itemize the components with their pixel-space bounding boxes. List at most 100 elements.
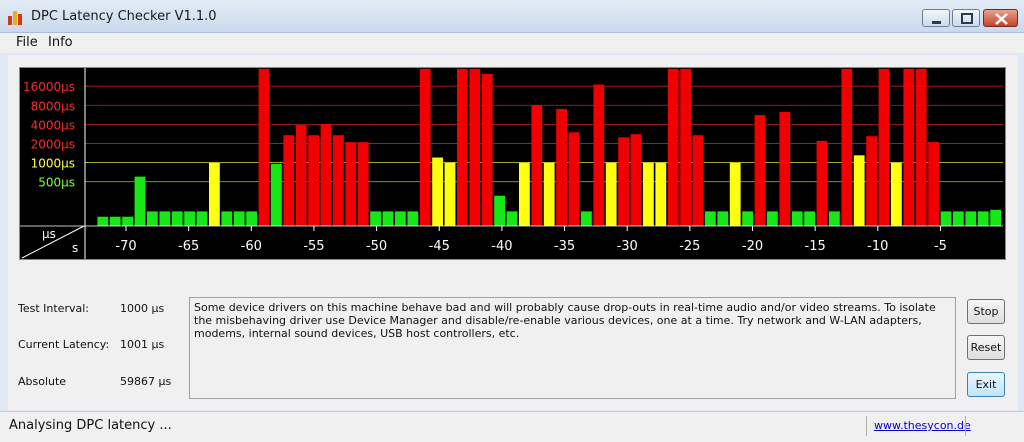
latency-bar xyxy=(233,211,245,227)
latency-bar xyxy=(481,73,493,227)
x-tick-label: -25 xyxy=(679,239,700,254)
latency-bar xyxy=(258,68,270,227)
latency-bar xyxy=(457,68,468,227)
latency-bar xyxy=(878,68,890,227)
latency-bar xyxy=(717,211,729,227)
latency-bar xyxy=(419,68,431,227)
y-axis-unit-label: µs xyxy=(42,227,56,241)
x-tick-label: -15 xyxy=(805,239,826,254)
latency-bar xyxy=(295,125,307,227)
menu-bar: File Info xyxy=(0,33,1024,53)
x-tick-label: -55 xyxy=(303,239,324,254)
latency-bar xyxy=(469,68,481,227)
latency-bar xyxy=(692,135,704,227)
latency-bar xyxy=(271,163,282,227)
latency-bar xyxy=(630,134,642,227)
latency-bar xyxy=(593,84,605,227)
menu-info[interactable]: Info xyxy=(48,35,73,50)
exit-button[interactable]: Exit xyxy=(967,372,1005,397)
latency-bar xyxy=(965,211,977,227)
latency-bar xyxy=(667,68,679,227)
latency-bar xyxy=(816,140,828,227)
latency-bar xyxy=(333,135,344,227)
window-title: DPC Latency Checker V1.1.0 xyxy=(31,9,217,24)
latency-bar xyxy=(97,216,109,227)
latency-bar xyxy=(990,209,1001,227)
test-interval-label: Test Interval: xyxy=(18,302,89,315)
latency-bar xyxy=(395,211,406,227)
absolute-label: Absolute xyxy=(18,375,67,388)
latency-bar xyxy=(109,216,121,227)
latency-bar xyxy=(767,211,778,227)
latency-bar xyxy=(680,68,691,227)
latency-bar xyxy=(506,211,518,227)
latency-bar xyxy=(221,211,233,227)
latency-bar xyxy=(841,68,853,227)
website-link[interactable]: www.thesycon.de xyxy=(874,419,971,432)
latency-bar xyxy=(866,136,877,227)
title-bar[interactable]: DPC Latency Checker V1.1.0 xyxy=(0,0,1024,33)
x-tick-label: -45 xyxy=(429,239,450,254)
status-divider xyxy=(965,416,966,436)
latency-bar xyxy=(159,211,171,227)
current-latency-value: 1001 µs xyxy=(120,338,165,351)
test-interval-value: 1000 µs xyxy=(120,302,165,315)
latency-bar xyxy=(853,155,865,227)
app-icon xyxy=(8,9,24,25)
latency-chart-svg: 500µs 1000µs 2000µs 4000µs 8000µs 16000µs µs s -… xyxy=(20,68,1003,259)
latency-bar xyxy=(320,124,332,227)
reset-button[interactable]: Reset xyxy=(967,335,1005,360)
plot-area xyxy=(20,68,1003,229)
x-tick-label: -20 xyxy=(742,239,763,254)
latency-bar xyxy=(568,132,580,227)
latency-bar xyxy=(432,157,443,227)
latency-bar xyxy=(779,111,791,227)
x-tick-label: -60 xyxy=(241,239,262,254)
close-icon xyxy=(995,13,1008,25)
latency-bar xyxy=(655,162,667,227)
close-button[interactable] xyxy=(983,9,1018,27)
latency-bar xyxy=(494,195,505,227)
latency-bar xyxy=(382,211,394,227)
minimize-button[interactable] xyxy=(922,9,950,27)
y-tick-label: 8000µs xyxy=(31,99,75,113)
latency-bar xyxy=(928,142,939,227)
x-tick-label: -10 xyxy=(867,239,888,254)
absolute-value: 59867 µs xyxy=(120,375,172,388)
current-latency-label: Current Latency: xyxy=(18,338,110,351)
y-tick-label: 1000µs xyxy=(31,157,75,171)
latency-bar xyxy=(754,115,766,227)
message-text: Some device drivers on this machine beha… xyxy=(189,297,956,399)
latency-bar xyxy=(829,211,840,227)
latency-bar xyxy=(729,162,741,227)
maximize-button[interactable] xyxy=(952,9,980,27)
y-tick-label: 500µs xyxy=(38,176,75,190)
latency-bar xyxy=(742,211,753,227)
latency-bar xyxy=(122,216,133,227)
latency-bar xyxy=(147,211,158,227)
x-tick-label: -50 xyxy=(366,239,387,254)
latency-bar xyxy=(209,162,220,227)
x-tick-label: -65 xyxy=(178,239,199,254)
status-bar: Analysing DPC latency ... www.thesycon.d… xyxy=(0,411,1024,442)
latency-bar xyxy=(618,137,629,227)
latency-bar xyxy=(357,142,369,227)
latency-bar xyxy=(444,162,456,227)
latency-bar xyxy=(283,135,295,227)
latency-bar xyxy=(915,68,927,227)
latency-chart: 500µs 1000µs 2000µs 4000µs 8000µs 16000µs µs s -… xyxy=(19,67,1006,260)
latency-bar xyxy=(953,211,964,227)
latency-bar xyxy=(556,108,567,227)
latency-bar xyxy=(643,162,654,227)
y-tick-label: 2000µs xyxy=(31,137,75,151)
latency-bar xyxy=(184,211,195,227)
latency-bar xyxy=(531,105,543,227)
x-tick-label: -70 xyxy=(115,239,136,254)
x-tick-label: -30 xyxy=(617,239,638,254)
latency-bar xyxy=(977,211,989,227)
latency-bar xyxy=(246,211,257,227)
stop-button[interactable]: Stop xyxy=(967,299,1005,324)
menu-file[interactable]: File xyxy=(16,35,38,50)
latency-bar xyxy=(519,162,530,227)
latency-bar xyxy=(791,211,803,227)
